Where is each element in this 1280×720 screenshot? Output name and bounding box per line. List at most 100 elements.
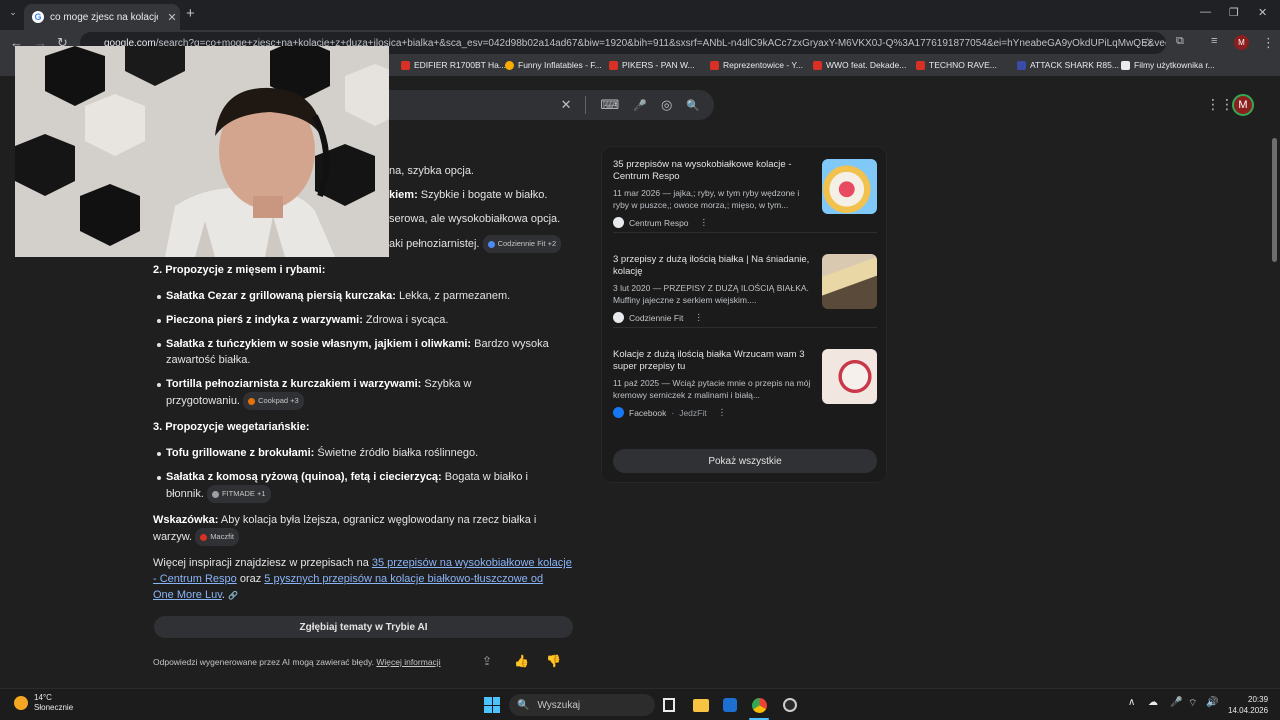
profile-avatar[interactable]: M <box>1234 35 1249 50</box>
source-title[interactable]: 3 przepisy z dużą ilością białka | Na śn… <box>613 254 815 278</box>
file-explorer-icon[interactable] <box>693 699 709 712</box>
browser-tab[interactable]: G co moge zjesc na kolacje z duż ✕ <box>24 4 180 30</box>
link-centrum-respo-cont[interactable]: - Centrum Respo <box>153 573 237 585</box>
tab-search-icon[interactable]: ⌄ <box>6 7 20 21</box>
source-thumbnail[interactable] <box>822 349 877 404</box>
bookmark-favicon-icon <box>813 60 822 70</box>
search-icon[interactable]: 🔍 <box>686 99 700 112</box>
volume-icon[interactable]: 🔊 <box>1206 697 1218 708</box>
source-chip[interactable]: Codziennie Fit +2 <box>482 235 562 253</box>
facebook-icon <box>613 407 624 418</box>
scrollbar-thumb[interactable] <box>1272 138 1277 262</box>
more-inspiration-end: One More Luv. 🔗 <box>153 589 238 601</box>
minimize-icon[interactable]: — <box>1200 6 1211 18</box>
google-apps-icon[interactable]: ⋮⋮ <box>1206 96 1234 113</box>
bullet <box>157 452 161 456</box>
section-heading: 2. Propozycje z mięsem i rybami: <box>153 264 326 276</box>
source-favicon-icon <box>200 533 208 541</box>
divider <box>613 327 877 328</box>
taskbar-clock[interactable]: 20:39 14.04.2026 <box>1228 694 1268 716</box>
window-close-icon[interactable]: ✕ <box>1258 6 1267 19</box>
overview-line: kiem: Szybkie i bogate w białko. <box>389 189 548 201</box>
maximize-icon[interactable]: ❐ <box>1229 6 1239 19</box>
new-tab-icon[interactable]: + <box>186 5 195 22</box>
extensions-icon[interactable]: ⧉ <box>1176 35 1184 48</box>
bookmark-star-icon[interactable]: ☆ <box>1142 35 1154 51</box>
list-item-cont: zawartość białka. <box>166 354 251 366</box>
task-view-icon[interactable] <box>663 698 675 712</box>
account-avatar[interactable]: M <box>1232 94 1254 116</box>
thumbs-up-icon[interactable]: 👍 <box>514 654 529 668</box>
divider <box>585 96 587 114</box>
more-options-icon[interactable]: ⋮ <box>700 217 709 228</box>
list-item: Sałatka Cezar z grillowaną piersią kurcz… <box>166 290 511 302</box>
source-thumbnail[interactable] <box>822 159 877 214</box>
weather-desc: Słonecznie <box>34 703 74 712</box>
bookmark-item[interactable]: Filmy użytkownika r... <box>1121 60 1215 70</box>
mic-icon[interactable]: 🎤 <box>633 99 647 112</box>
bookmark-item[interactable]: EDIFIER R1700BT Ha... <box>401 60 506 70</box>
source-chip[interactable]: Cookpad +3 <box>243 392 304 410</box>
source-favicon-icon <box>248 397 256 405</box>
tip-text: Wskazówka: Aby kolacja była lżejsza, ogr… <box>153 514 537 526</box>
source-card[interactable]: 35 przepisów na wysokobiałkowe kolacje -… <box>613 159 877 228</box>
source-card[interactable]: Kolacje z dużą ilością białka Wrzucam wa… <box>613 349 877 418</box>
search-box[interactable]: ✕ ⌨ 🎤 ◎ 🔍 <box>360 90 714 120</box>
bookmark-favicon-icon <box>916 60 925 70</box>
link-one-more-luv[interactable]: 5 pysznych przepisów na kolacje białkowo… <box>264 573 543 585</box>
media-icon[interactable]: ≡ <box>1211 35 1217 47</box>
tray-chevron-icon[interactable]: ∧ <box>1128 697 1135 708</box>
source-title[interactable]: Kolacje z dużą ilością białka Wrzucam wa… <box>613 349 815 373</box>
wifi-icon[interactable]: ⌔ <box>1188 697 1197 710</box>
bullet <box>157 383 161 387</box>
chrome-icon[interactable] <box>752 698 767 713</box>
bookmark-item[interactable]: PIKERS - PAN W... <box>609 60 695 70</box>
app-icon[interactable] <box>783 698 797 712</box>
link-centrum-respo[interactable]: 35 przepisów na wysokobiałkowe kolacje <box>372 557 572 569</box>
more-inspiration: Więcej inspiracji znajdziesz w przepisac… <box>153 557 572 569</box>
network-tray-icon[interactable]: ☁ <box>1148 697 1158 708</box>
taskbar-search[interactable]: 🔍 Wyszukaj <box>509 694 655 716</box>
browser-menu-icon[interactable]: ⋮ <box>1262 35 1275 51</box>
bookmark-item[interactable]: WWO feat. Dekade... <box>813 60 906 70</box>
weather-widget[interactable]: 14°C Słonecznie <box>14 693 73 713</box>
link-icon[interactable]: 🔗 <box>228 591 238 600</box>
bookmark-item[interactable]: Funny Inflatables - F... <box>505 60 602 70</box>
mic-tray-icon[interactable]: 🎤 <box>1170 697 1182 708</box>
store-icon[interactable] <box>723 698 737 712</box>
bullet <box>157 476 161 480</box>
ai-mode-button[interactable]: Zgłębiaj tematy w Trybie AI <box>154 616 573 638</box>
more-info-link[interactable]: Więcej informacji <box>376 657 440 667</box>
bullet <box>157 343 161 347</box>
lens-icon[interactable]: ◎ <box>661 97 672 113</box>
bullet <box>157 295 161 299</box>
google-favicon-icon: G <box>32 11 44 23</box>
show-all-button[interactable]: Pokaż wszystkie <box>613 449 877 473</box>
tab-close-icon[interactable]: ✕ <box>164 11 180 24</box>
share-icon[interactable]: ⇪ <box>482 654 492 668</box>
bookmark-item[interactable]: TECHNO RAVE... <box>916 60 997 70</box>
source-chip[interactable]: FITMADE +1 <box>206 485 271 503</box>
source-card[interactable]: 3 przepisy z dużą ilością białka | Na śn… <box>613 254 877 323</box>
more-options-icon[interactable]: ⋮ <box>718 407 727 418</box>
bookmark-item[interactable]: Reprezentowice - Y... <box>710 60 803 70</box>
list-item: Pieczona pierś z indyka z warzywami: Zdr… <box>166 314 449 326</box>
clear-search-icon[interactable]: ✕ <box>561 97 572 113</box>
keyboard-icon[interactable]: ⌨ <box>600 97 619 113</box>
webcam-overlay <box>15 46 389 257</box>
more-inspiration-cont: - Centrum Respo oraz 5 pysznych przepisó… <box>153 573 544 585</box>
time: 20:39 <box>1248 695 1269 704</box>
start-icon[interactable] <box>484 697 500 713</box>
source-title[interactable]: 35 przepisów na wysokobiałkowe kolacje -… <box>613 159 815 183</box>
link-one-more-luv-cont[interactable]: One More Luv <box>153 589 222 601</box>
source-thumbnail[interactable] <box>822 254 877 309</box>
list-item: Tortilla pełnoziarnista z kurczakiem i w… <box>166 378 472 390</box>
source-site: Facebook · JedzFit ⋮ <box>613 407 877 418</box>
bookmark-item[interactable]: ATTACK SHARK R85... <box>1017 60 1119 70</box>
list-item: Sałatka z komosą ryżową (quinoa), fetą i… <box>166 471 528 483</box>
more-options-icon[interactable]: ⋮ <box>694 312 703 323</box>
search-icon: 🔍 <box>517 699 530 711</box>
list-item: Tofu grillowane z brokułami: Świetne źró… <box>166 447 479 459</box>
thumbs-down-icon[interactable]: 👎 <box>546 654 561 668</box>
source-chip[interactable]: Maczfit <box>195 528 239 546</box>
